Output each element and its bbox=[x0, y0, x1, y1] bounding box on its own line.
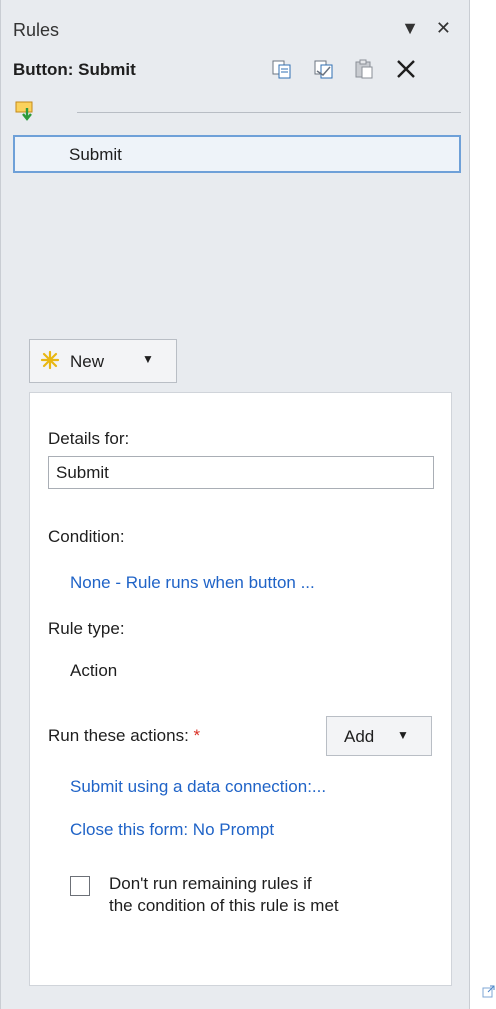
add-action-button[interactable]: Add ▼ bbox=[326, 716, 432, 756]
details-for-label: Details for: bbox=[48, 429, 130, 448]
new-rule-button[interactable]: New ▼ bbox=[29, 339, 177, 383]
required-mark: * bbox=[193, 726, 201, 745]
dropdown-arrow-icon: ▼ bbox=[142, 352, 154, 366]
rule-type-value: Action bbox=[70, 661, 118, 680]
action-link[interactable]: Submit using a data connection:... bbox=[70, 777, 326, 797]
action-link[interactable]: Close this form: No Prompt bbox=[70, 820, 274, 840]
pane-title: Rules bbox=[13, 20, 60, 40]
divider bbox=[77, 112, 461, 113]
selected-control-header: Button: Submit bbox=[13, 56, 461, 84]
rule-name-input[interactable] bbox=[48, 456, 434, 489]
delete-icon[interactable] bbox=[393, 56, 419, 82]
checkbox-label: Don't run remaining rules if the conditi… bbox=[109, 874, 339, 915]
rules-list-header bbox=[15, 100, 461, 124]
rule-details-panel: Details for: Condition: None - Rule runs… bbox=[29, 392, 452, 986]
rule-item-label: Submit bbox=[69, 145, 122, 164]
rule-type-label: Rule type: bbox=[48, 619, 125, 638]
rule-icon bbox=[15, 100, 39, 127]
dont-run-remaining-checkbox[interactable] bbox=[70, 876, 90, 896]
paste-icon[interactable] bbox=[351, 56, 377, 82]
condition-link[interactable]: None - Rule runs when button ... bbox=[70, 573, 315, 593]
copy-all-icon[interactable] bbox=[311, 56, 337, 82]
rules-task-pane: Rules ▼ ✕ Button: Submit Submit New ▼ De… bbox=[0, 0, 470, 1009]
copy-icon[interactable] bbox=[269, 56, 295, 82]
new-button-label: New bbox=[70, 352, 105, 371]
pane-controls[interactable]: ▼ ✕ bbox=[401, 18, 457, 39]
condition-label: Condition: bbox=[48, 527, 125, 546]
dropdown-arrow-icon: ▼ bbox=[397, 728, 409, 742]
pane-title-bar: Rules ▼ ✕ bbox=[13, 18, 461, 44]
new-star-icon bbox=[40, 350, 60, 375]
rule-list-item[interactable]: Submit bbox=[13, 135, 461, 173]
actions-label: Run these actions: * bbox=[48, 726, 201, 745]
add-button-label: Add bbox=[344, 727, 375, 746]
selected-control-label: Button: Submit bbox=[13, 60, 136, 79]
resize-grip-icon[interactable] bbox=[482, 985, 496, 1004]
